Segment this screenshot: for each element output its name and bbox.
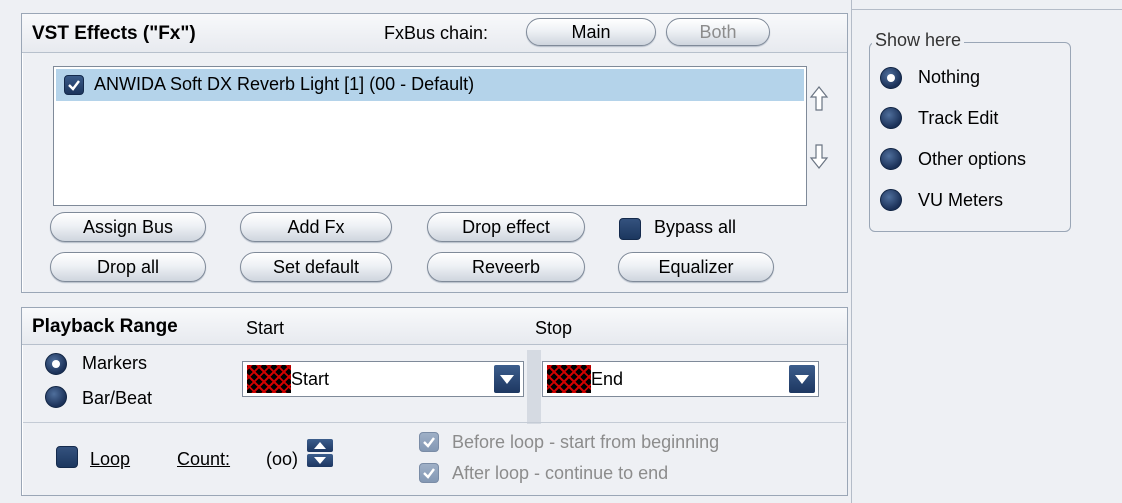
column-divider	[527, 350, 541, 424]
assign-bus-button[interactable]: Assign Bus	[50, 212, 206, 242]
show-here-group: Show here Nothing Track Edit Other optio…	[869, 30, 1071, 232]
show-nothing-label[interactable]: Nothing	[918, 67, 980, 88]
show-other-options-label[interactable]: Other options	[918, 149, 1026, 170]
loop-section-divider	[23, 422, 846, 423]
markers-label[interactable]: Markers	[82, 353, 147, 374]
loop-label[interactable]: Loop	[90, 449, 130, 470]
after-loop-label[interactable]: After loop - continue to end	[452, 463, 668, 484]
effects-list[interactable]: ANWIDA Soft DX Reverb Light [1] (00 - De…	[53, 66, 807, 206]
effect-list-item[interactable]: ANWIDA Soft DX Reverb Light [1] (00 - De…	[56, 69, 804, 101]
arrow-up-outline-icon[interactable]	[808, 84, 830, 114]
set-default-button[interactable]: Set default	[240, 252, 392, 282]
stop-column-label: Stop	[535, 318, 573, 338]
drop-all-button[interactable]: Drop all	[50, 252, 206, 282]
before-loop-checkbox[interactable]	[419, 432, 439, 452]
count-value[interactable]: (oo)	[266, 449, 298, 470]
show-vu-meters-radio[interactable]	[880, 189, 902, 211]
fxbus-both-button[interactable]: Both	[666, 18, 770, 46]
reverb-button[interactable]: Reveerb	[427, 252, 585, 282]
arrow-down-outline-icon[interactable]	[808, 141, 830, 171]
start-column-label: Start	[246, 318, 285, 338]
effect-enabled-checkbox[interactable]	[64, 75, 84, 95]
start-marker-select[interactable]: Start	[242, 361, 524, 397]
count-label: Count:	[177, 449, 231, 469]
vst-effects-title: VST Effects ("Fx")	[32, 23, 196, 44]
stop-marker-select[interactable]: End	[542, 361, 819, 397]
drop-effect-button[interactable]: Drop effect	[427, 212, 585, 242]
vst-effects-header: VST Effects ("Fx") FxBus chain: Main Bot…	[22, 14, 847, 53]
top-border	[851, 9, 1122, 10]
show-vu-meters-label[interactable]: VU Meters	[918, 190, 1003, 211]
effect-name: ANWIDA Soft DX Reverb Light [1] (00 - De…	[94, 74, 475, 94]
chevron-down-icon[interactable]	[494, 365, 520, 393]
count-increment-button[interactable]	[307, 439, 333, 452]
playback-range-header: Playback Range Start Stop	[22, 308, 847, 345]
show-track-edit-label[interactable]: Track Edit	[918, 108, 998, 129]
bypass-all-checkbox[interactable]	[619, 218, 641, 240]
marker-color-swatch	[547, 365, 591, 393]
after-loop-checkbox[interactable]	[419, 463, 439, 483]
equalizer-button[interactable]: Equalizer	[618, 252, 774, 282]
vst-effects-panel: VST Effects ("Fx") FxBus chain: Main Bot…	[21, 13, 848, 293]
stop-marker-value: End	[591, 369, 624, 389]
add-fx-button[interactable]: Add Fx	[240, 212, 392, 242]
bar-beat-label[interactable]: Bar/Beat	[82, 388, 152, 409]
playback-range-title: Playback Range	[32, 316, 178, 337]
fxbus-main-button[interactable]: Main	[526, 18, 656, 46]
show-nothing-radio[interactable]	[880, 67, 902, 89]
marker-color-swatch	[247, 365, 291, 393]
show-here-title: Show here	[872, 30, 965, 51]
bar-beat-radio[interactable]	[45, 386, 67, 408]
bypass-all-label[interactable]: Bypass all	[654, 217, 736, 238]
show-other-options-radio[interactable]	[880, 148, 902, 170]
playback-range-panel: Playback Range Start Stop Markers Bar/Be…	[21, 307, 848, 496]
chevron-down-icon[interactable]	[789, 365, 815, 393]
start-marker-value: Start	[291, 369, 330, 389]
count-decrement-button[interactable]	[307, 454, 333, 467]
fxbus-chain-label: FxBus chain:	[384, 23, 489, 43]
before-loop-label[interactable]: Before loop - start from beginning	[452, 432, 719, 453]
loop-label-text: Loop	[90, 449, 131, 469]
show-track-edit-radio[interactable]	[880, 107, 902, 129]
window-divider	[851, 0, 852, 503]
loop-checkbox[interactable]	[56, 446, 78, 468]
markers-radio[interactable]	[45, 353, 67, 375]
